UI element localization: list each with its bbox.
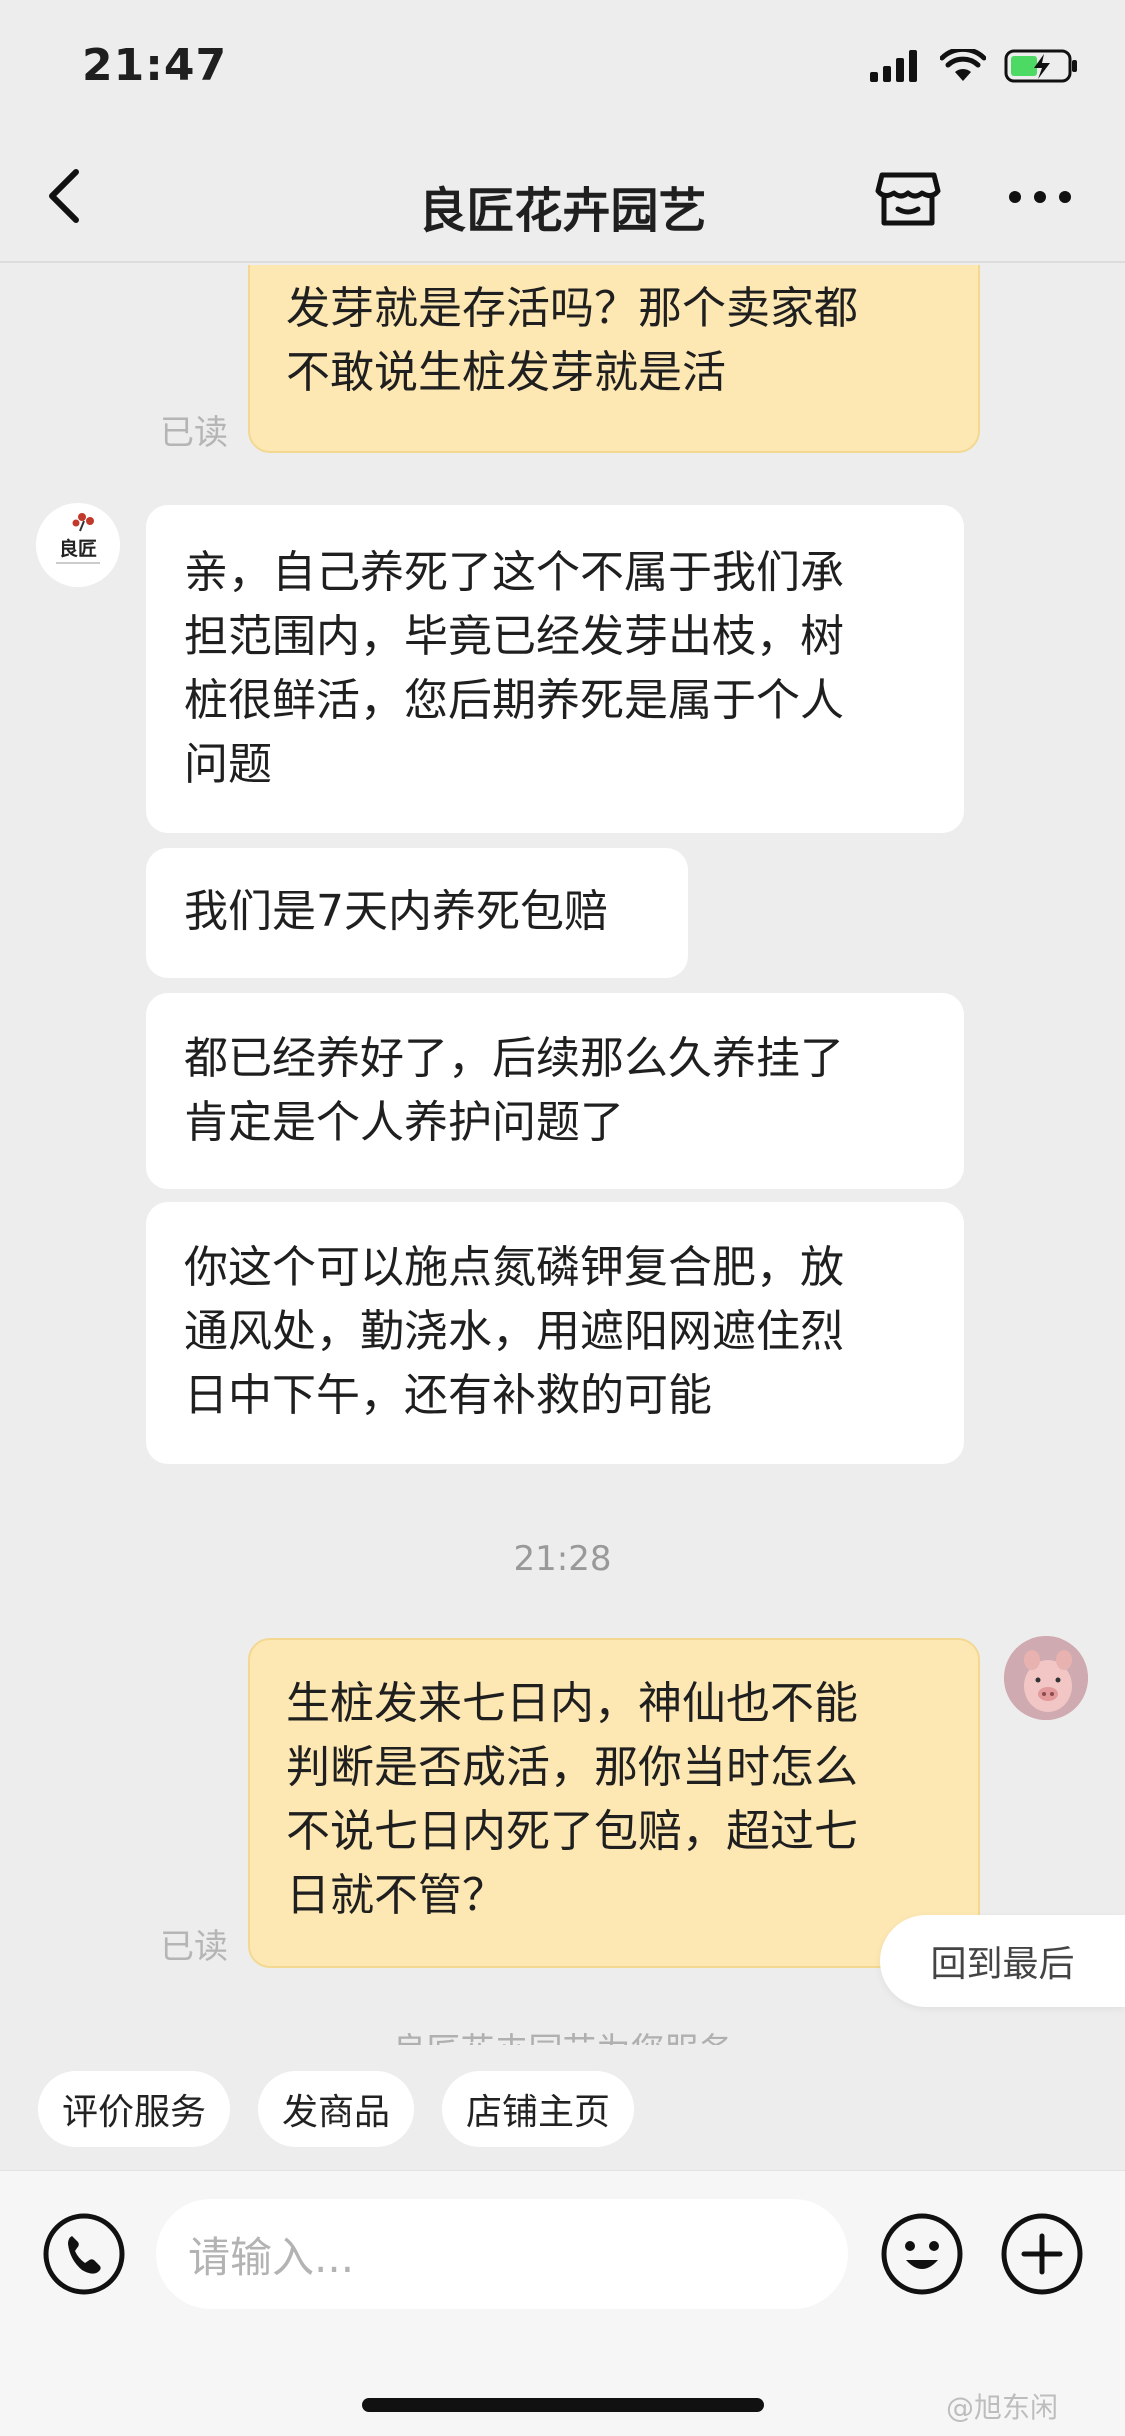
back-to-last-button[interactable]: 回到最后: [880, 1915, 1125, 2007]
battery-charging-icon: [1004, 49, 1077, 83]
shop-button[interactable]: [872, 161, 944, 233]
message-bubble-outgoing[interactable]: 发芽就是存活吗？那个卖家都 不敢说生桩发芽就是活: [248, 265, 980, 453]
plus-icon: [1001, 2213, 1083, 2295]
emoji-button[interactable]: [880, 2212, 964, 2296]
pig-avatar-icon: [1004, 1636, 1088, 1720]
emoji-icon: [881, 2213, 963, 2295]
chat-area[interactable]: 发芽就是存活吗？那个卖家都 不敢说生桩发芽就是活 已读 良匠 亲，自己养死了这个…: [0, 265, 1125, 2045]
status-time: 21:47: [82, 40, 228, 91]
store-icon: [875, 172, 941, 226]
phone-icon: [43, 2213, 125, 2295]
more-actions-button[interactable]: [1000, 2212, 1084, 2296]
quick-actions: 评价服务 发商品 店铺主页: [38, 2071, 635, 2147]
call-button[interactable]: [42, 2212, 126, 2296]
message-line: 生桩发来七日内，神仙也不能: [286, 1678, 858, 1729]
service-notice: 良匠花卉园艺为您服务: [0, 2023, 1125, 2045]
message-line: 问题: [184, 739, 272, 790]
message-input[interactable]: 请输入...: [156, 2199, 848, 2309]
message-line: 日中下午，还有补救的可能: [184, 1370, 712, 1421]
message-line: 日就不管？: [286, 1870, 506, 1921]
send-product-chip[interactable]: 发商品: [258, 2071, 415, 2147]
message-bubble-outgoing[interactable]: 生桩发来七日内，神仙也不能 判断是否成活，那你当时怎么 不说七日内死了包赔，超过…: [248, 1638, 980, 1968]
watermark: @旭东闲: [946, 2391, 1059, 2424]
message-line: 通风处，勤浇水，用遮阳网遮住烈: [184, 1306, 844, 1357]
message-line: 发芽就是存活吗？那个卖家都: [286, 283, 858, 334]
read-status: 已读: [160, 1927, 228, 1967]
message-line: 不说七日内死了包赔，超过七: [286, 1806, 858, 1857]
nav-bar: 良匠花卉园艺: [0, 135, 1125, 263]
user-avatar[interactable]: [1004, 1636, 1088, 1720]
more-dots-icon: [1009, 191, 1071, 203]
message-bubble-incoming[interactable]: 我们是7天内养死包赔: [146, 848, 688, 978]
message-line: 你这个可以施点氮磷钾复合肥，放: [184, 1242, 844, 1293]
signal-icon: [870, 50, 917, 82]
rate-service-chip[interactable]: 评价服务: [38, 2071, 231, 2147]
message-line: 肯定是个人养护问题了: [184, 1097, 624, 1148]
read-status: 已读: [160, 413, 228, 453]
message-line: 都已经养好了，后续那么久养挂了: [184, 1033, 844, 1084]
message-line: 判断是否成活，那你当时怎么: [286, 1742, 858, 1793]
message-bubble-incoming[interactable]: 亲，自己养死了这个不属于我们承 担范围内，毕竟已经发芽出枝，树 桩很鲜活，您后期…: [146, 505, 964, 833]
message-line: 亲，自己养死了这个不属于我们承: [184, 547, 844, 598]
message-line: 桩很鲜活，您后期养死是属于个人: [184, 675, 844, 726]
wifi-icon: [940, 49, 986, 81]
shop-logo-icon: 良匠: [36, 503, 120, 587]
status-bar: 21:47: [0, 0, 1125, 135]
time-separator: 21:28: [513, 1539, 612, 1579]
shop-home-chip[interactable]: 店铺主页: [442, 2071, 635, 2147]
status-icons: [870, 48, 1080, 84]
message-line: 担范围内，毕竟已经发芽出枝，树: [184, 611, 844, 662]
more-button[interactable]: [1004, 161, 1076, 233]
message-line: 不敢说生桩发芽就是活: [286, 347, 726, 398]
shop-avatar-text: 良匠: [59, 537, 97, 560]
home-indicator: [362, 2398, 764, 2412]
shop-avatar[interactable]: 良匠: [36, 503, 120, 587]
message-bubble-incoming[interactable]: 都已经养好了，后续那么久养挂了 肯定是个人养护问题了: [146, 993, 964, 1189]
message-bubble-incoming[interactable]: 你这个可以施点氮磷钾复合肥，放 通风处，勤浇水，用遮阳网遮住烈 日中下午，还有补…: [146, 1202, 964, 1464]
message-line: 我们是7天内养死包赔: [184, 886, 608, 937]
page-title: 良匠花卉园艺: [418, 183, 707, 239]
